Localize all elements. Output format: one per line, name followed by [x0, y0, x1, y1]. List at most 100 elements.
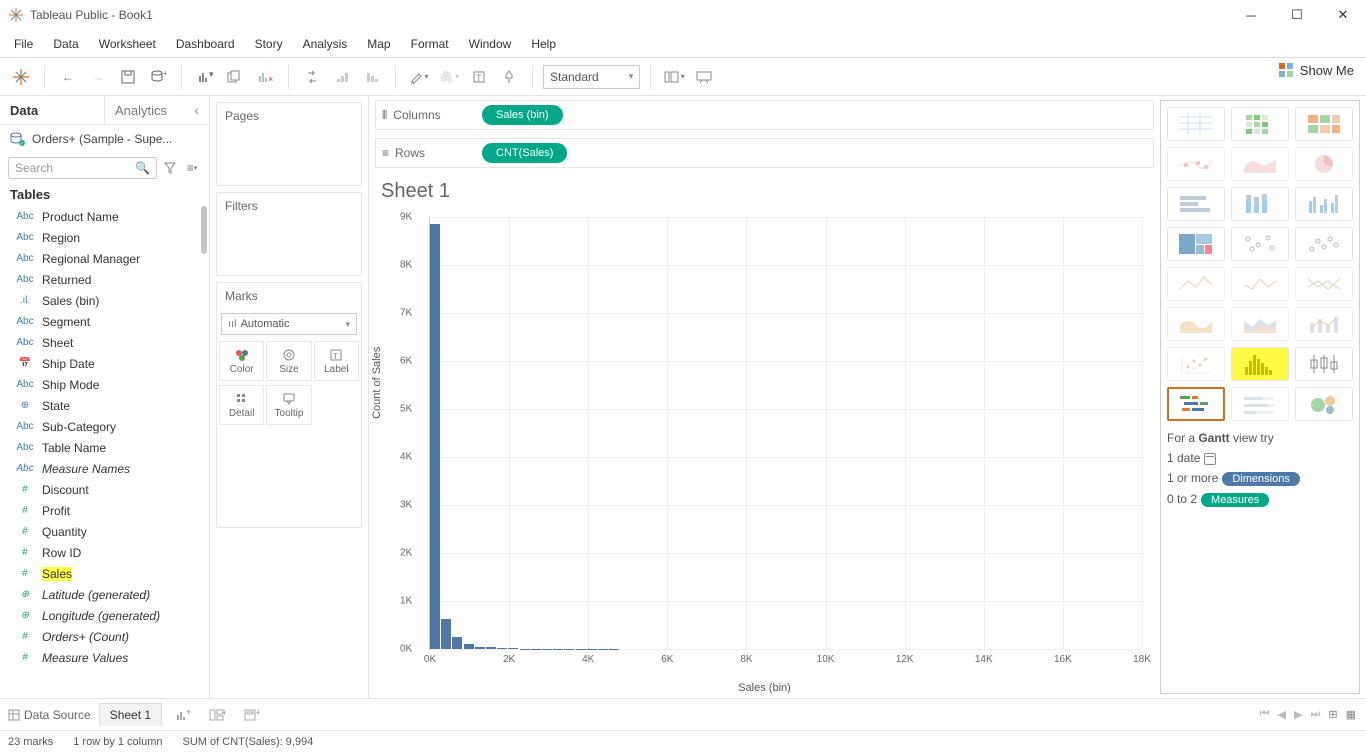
- search-input[interactable]: Search 🔍: [8, 157, 157, 179]
- field-profit[interactable]: #Profit: [0, 500, 209, 521]
- marks-tooltip[interactable]: Tooltip: [266, 385, 311, 425]
- new-dashboard-button[interactable]: +: [204, 702, 230, 728]
- sort-desc-button[interactable]: [359, 64, 385, 90]
- showme-treemap[interactable]: [1167, 227, 1225, 261]
- marks-detail[interactable]: Detail: [219, 385, 264, 425]
- undo-button[interactable]: ←: [55, 64, 81, 90]
- field-region[interactable]: AbcRegion: [0, 227, 209, 248]
- new-worksheet-button[interactable]: ▾: [192, 64, 218, 90]
- field-list[interactable]: AbcProduct NameAbcRegionAbcRegional Mana…: [0, 206, 209, 698]
- field-measure-values[interactable]: #Measure Values: [0, 647, 209, 668]
- bar[interactable]: [486, 647, 496, 649]
- sheet-tab[interactable]: Sheet 1: [99, 703, 162, 726]
- columns-pill[interactable]: Sales (bin): [482, 105, 563, 125]
- field-table-name[interactable]: AbcTable Name: [0, 437, 209, 458]
- bar[interactable]: [441, 619, 451, 649]
- showme-symbol-map[interactable]: [1167, 147, 1225, 181]
- bar[interactable]: [508, 648, 518, 649]
- filter-fields-button[interactable]: [161, 159, 179, 177]
- sheet-title[interactable]: Sheet 1: [369, 172, 1160, 207]
- menu-dashboard[interactable]: Dashboard: [166, 33, 245, 55]
- showme-area-cont[interactable]: [1167, 307, 1225, 341]
- pin-button[interactable]: [496, 64, 522, 90]
- maximize-button[interactable]: ☐: [1274, 0, 1320, 30]
- field-sheet[interactable]: AbcSheet: [0, 332, 209, 353]
- marks-color[interactable]: Color: [219, 341, 264, 381]
- field-latitude-generated-[interactable]: ⊕Latitude (generated): [0, 584, 209, 605]
- bar[interactable]: [464, 644, 474, 649]
- chart[interactable]: Count of Sales 0K1K2K3K4K5K6K7K8K9K0K2K4…: [381, 207, 1148, 690]
- showme-gantt[interactable]: [1167, 387, 1225, 421]
- bar[interactable]: [430, 224, 440, 649]
- menu-help[interactable]: Help: [521, 33, 566, 55]
- menu-worksheet[interactable]: Worksheet: [89, 33, 166, 55]
- field-row-id[interactable]: #Row ID: [0, 542, 209, 563]
- labels-button[interactable]: T: [466, 64, 492, 90]
- tableau-icon[interactable]: [8, 64, 34, 90]
- showme-dual-combo[interactable]: [1295, 307, 1353, 341]
- showme-filled-map[interactable]: [1231, 147, 1289, 181]
- showme-box-plot[interactable]: [1295, 347, 1353, 381]
- showme-highlight-table[interactable]: [1295, 107, 1353, 141]
- group-button[interactable]: 🖇▾: [436, 64, 462, 90]
- field-product-name[interactable]: AbcProduct Name: [0, 206, 209, 227]
- showme-line-cont[interactable]: [1167, 267, 1225, 301]
- showme-packed-bubbles[interactable]: [1295, 387, 1353, 421]
- field-orders-count-[interactable]: #Orders+ (Count): [0, 626, 209, 647]
- showme-histogram[interactable]: [1231, 347, 1289, 381]
- menu-window[interactable]: Window: [459, 33, 522, 55]
- field-sales[interactable]: #Sales: [0, 563, 209, 584]
- showme-line-disc[interactable]: [1231, 267, 1289, 301]
- minimize-button[interactable]: ─: [1228, 0, 1274, 30]
- field-segment[interactable]: AbcSegment: [0, 311, 209, 332]
- tab-pager[interactable]: ⏮◀▶⏭⊞▦: [1260, 708, 1356, 721]
- menu-map[interactable]: Map: [357, 33, 400, 55]
- field-quantity[interactable]: #Quantity: [0, 521, 209, 542]
- clear-button[interactable]: ×: [252, 64, 278, 90]
- new-story-button[interactable]: +: [238, 702, 264, 728]
- new-sheet-button[interactable]: +: [170, 702, 196, 728]
- menu-format[interactable]: Format: [401, 33, 459, 55]
- showme-stacked-bar[interactable]: [1231, 187, 1289, 221]
- sort-asc-button[interactable]: [329, 64, 355, 90]
- menu-analysis[interactable]: Analysis: [293, 33, 358, 55]
- pages-shelf[interactable]: Pages: [216, 102, 362, 186]
- redo-button[interactable]: →: [85, 64, 111, 90]
- showme-hbar[interactable]: [1167, 187, 1225, 221]
- field-regional-manager[interactable]: AbcRegional Manager: [0, 248, 209, 269]
- showme-bullet[interactable]: [1231, 387, 1289, 421]
- bar[interactable]: [475, 647, 485, 649]
- showme-scatter[interactable]: ++: [1167, 347, 1225, 381]
- field-discount[interactable]: #Discount: [0, 479, 209, 500]
- datasource-tab[interactable]: Data Source: [8, 708, 91, 722]
- bar[interactable]: [452, 637, 462, 649]
- marks-card[interactable]: Marks ıılAutomatic▾ Color Size TLabel De…: [216, 282, 362, 528]
- new-datasource-button[interactable]: +: [145, 64, 171, 90]
- showme-text-table[interactable]: [1167, 107, 1225, 141]
- field-measure-names[interactable]: AbcMeasure Names: [0, 458, 209, 479]
- field-longitude-generated-[interactable]: ⊕Longitude (generated): [0, 605, 209, 626]
- field-state[interactable]: ⊕State: [0, 395, 209, 416]
- scrollbar-thumb[interactable]: [201, 206, 207, 254]
- showme-heat-map[interactable]: [1231, 107, 1289, 141]
- menu-file[interactable]: File: [4, 33, 43, 55]
- showme-circle-views[interactable]: [1231, 227, 1289, 261]
- tab-analytics[interactable]: Analytics‹: [104, 96, 209, 124]
- rows-shelf[interactable]: ≡Rows CNT(Sales): [375, 138, 1154, 168]
- field-ship-mode[interactable]: AbcShip Mode: [0, 374, 209, 395]
- showme-side-circle[interactable]: [1295, 227, 1353, 261]
- showme-side-bar[interactable]: [1295, 187, 1353, 221]
- duplicate-button[interactable]: [222, 64, 248, 90]
- columns-shelf[interactable]: ⦀Columns Sales (bin): [375, 100, 1154, 130]
- menu-data[interactable]: Data: [43, 33, 88, 55]
- show-cards-button[interactable]: ▾: [661, 64, 687, 90]
- marks-size[interactable]: Size: [266, 341, 311, 381]
- fit-dropdown[interactable]: Standard: [543, 65, 640, 89]
- showme-dual-line[interactable]: [1295, 267, 1353, 301]
- marks-type-dropdown[interactable]: ıılAutomatic▾: [221, 313, 357, 335]
- showme-pie[interactable]: [1295, 147, 1353, 181]
- show-me-toggle[interactable]: Show Me: [1278, 62, 1354, 78]
- view-list-button[interactable]: ≡▾: [183, 159, 201, 177]
- field-ship-date[interactable]: 📅Ship Date: [0, 353, 209, 374]
- bar[interactable]: [497, 648, 507, 649]
